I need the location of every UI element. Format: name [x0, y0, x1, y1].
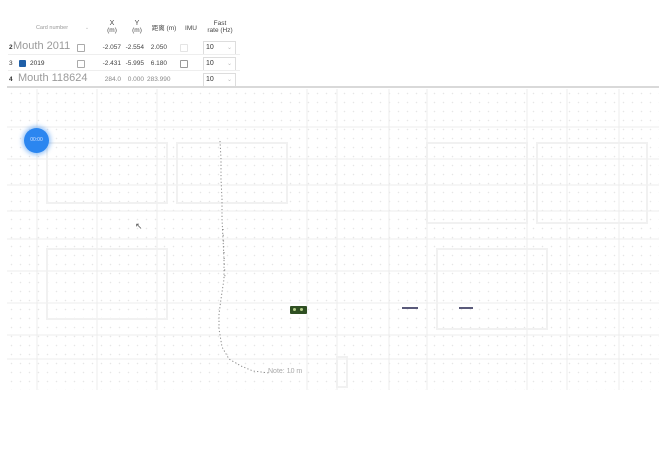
map-canvas[interactable]: 00:00 ↖ Note: 10 m: [7, 89, 659, 390]
chevron-down-icon: ⌄: [226, 45, 232, 51]
imu-checkbox[interactable]: [180, 60, 188, 68]
rate-select[interactable]: 10 ⌄: [203, 57, 236, 71]
position-bubble[interactable]: 00:00: [24, 128, 49, 153]
col-imu[interactable]: IMU: [182, 25, 200, 32]
device-name: 2019: [30, 60, 45, 67]
col-x-unit: (m): [107, 27, 117, 34]
chevron-down-icon: ⌄: [226, 77, 232, 83]
table-row[interactable]: 4 Mouth 118624 284.0 0.000 283.990 10 ⌄: [0, 72, 240, 87]
chevron-down-icon: ⌄: [226, 61, 232, 67]
col-rate-bottom: rate (Hz): [207, 27, 233, 34]
row-index: 4: [9, 76, 13, 83]
scale-label: Note: 10 m: [268, 368, 303, 375]
rate-select[interactable]: 10 ⌄: [203, 73, 236, 87]
table-header: Card number ⌄ X (m) Y (m) 距离 (m) IMU Fast r…: [0, 18, 240, 40]
rate-value: 10: [206, 44, 214, 51]
col-y[interactable]: Y (m): [128, 20, 146, 34]
row-divider: [8, 70, 240, 71]
imu-checkbox[interactable]: [180, 44, 188, 52]
mouse-cursor-icon: ↖: [135, 221, 143, 231]
sort-icon[interactable]: ⌄: [84, 25, 90, 32]
x-value: -2.057: [102, 44, 121, 51]
rate-value: 10: [206, 76, 214, 83]
row-select-checkbox[interactable]: [77, 60, 85, 68]
col-card-number[interactable]: Card number: [22, 25, 82, 32]
y-value: -2.554: [125, 44, 144, 51]
y-value: 0.000: [127, 76, 144, 83]
tag-marker[interactable]: [459, 307, 473, 309]
distance-value: 283.990: [147, 76, 171, 83]
col-y-unit: (m): [132, 27, 142, 34]
card-color-icon: [19, 60, 26, 67]
table-row[interactable]: 3 2019 -2.431 -5.995 6.180 10 ⌄: [0, 56, 240, 71]
col-x[interactable]: X (m): [103, 20, 121, 34]
rate-value: 10: [206, 60, 214, 67]
row-index: 3: [9, 60, 13, 67]
distance-value: 6.180: [150, 60, 167, 67]
device-name: Mouth 2011: [13, 40, 71, 52]
col-x-label: X: [109, 20, 115, 27]
col-distance[interactable]: 距离 (m): [149, 25, 179, 32]
floor-plan: [7, 89, 659, 390]
x-value: 284.0: [104, 76, 121, 83]
col-rate-top: Fast: [213, 20, 227, 27]
device-table: Card number ⌄ X (m) Y (m) 距离 (m) IMU Fast r…: [0, 0, 660, 88]
rate-select[interactable]: 10 ⌄: [203, 41, 236, 55]
x-value: -2.431: [102, 60, 121, 67]
anchor-icon[interactable]: [290, 306, 307, 314]
row-divider: [8, 54, 240, 55]
row-select-checkbox[interactable]: [77, 44, 85, 52]
col-rate[interactable]: Fast rate (Hz): [202, 20, 238, 34]
y-value: -5.995: [125, 60, 144, 67]
distance-value: 2.050: [150, 44, 167, 51]
device-name: Mouth 118624: [18, 72, 88, 84]
splitter-handle[interactable]: [7, 86, 659, 88]
col-y-label: Y: [134, 20, 140, 27]
tag-marker[interactable]: [402, 307, 418, 309]
table-row[interactable]: 2 Mouth 2011 -2.057 -2.554 2.050 10 ⌄: [0, 40, 240, 55]
